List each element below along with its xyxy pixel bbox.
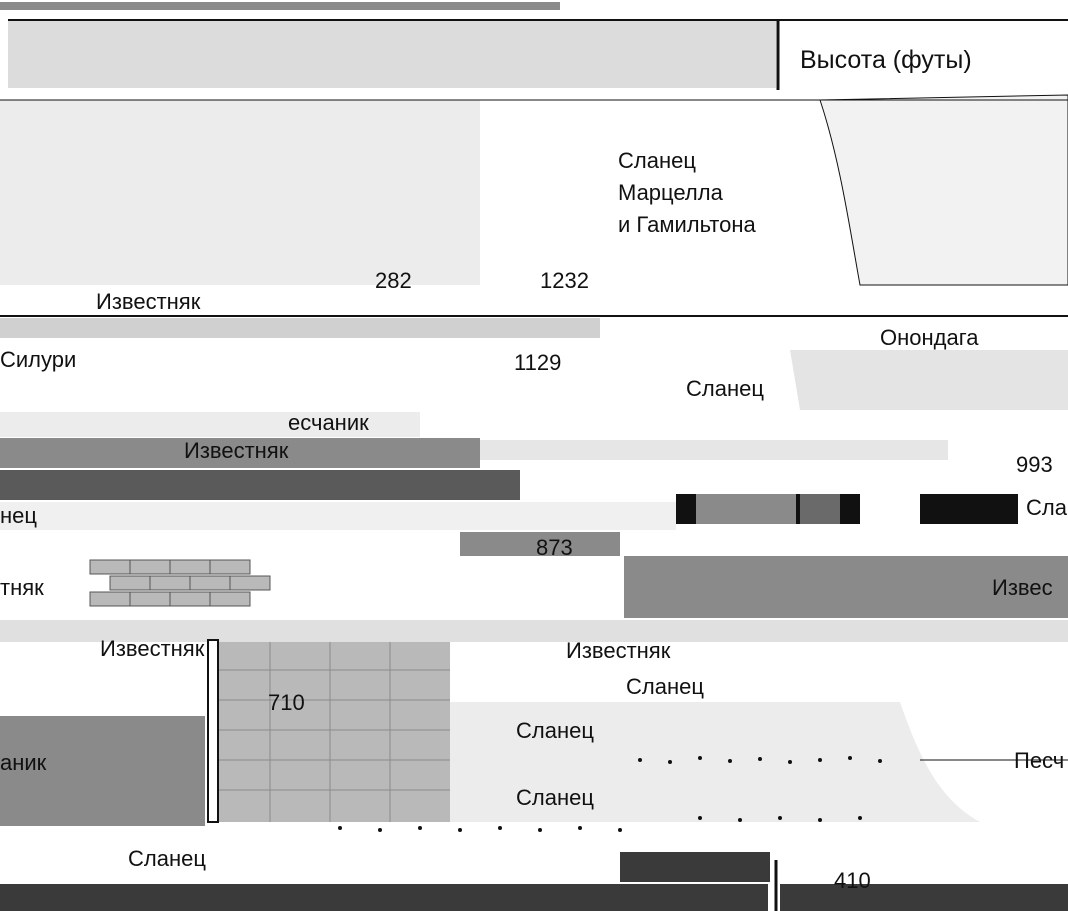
label-sandstone-left: аник — [0, 750, 47, 775]
label-limestone-low: Известняк — [100, 636, 205, 661]
label-shale-left: нец — [0, 503, 37, 528]
label-limestone-low2: Известняк — [566, 638, 671, 663]
cross-section-drawing — [0, 2, 1068, 911]
elevation-410: 410 — [834, 868, 871, 893]
label-shale-bottom: Сланец — [128, 846, 206, 871]
geologic-cross-section: Высота (футы) 1232 282 1129 993 873 710 … — [0, 0, 1068, 911]
column-title: Высота (футы) — [800, 46, 972, 74]
brick-pattern — [89, 559, 271, 607]
label-marcellus-line1: Сланец — [618, 148, 696, 173]
elevation-1129: 1129 — [514, 350, 562, 375]
label-sandstone-right: Песч — [1014, 748, 1065, 773]
label-limestone-right: Извес — [992, 575, 1053, 600]
silurian-band — [0, 340, 560, 370]
label-shale-low1: Сланец — [626, 674, 704, 699]
label-limestone-left: тняк — [0, 575, 44, 600]
elevation-282: 282 — [375, 268, 412, 293]
label-shale-right: Сла — [1026, 495, 1067, 520]
label-shale-mid: Сланец — [686, 376, 764, 401]
elevation-1232: 1232 — [540, 268, 589, 293]
label-marcellus-line3: и Гамильтона — [618, 212, 756, 237]
upper-shale-block — [480, 95, 610, 285]
elevation-993: 993 — [1016, 452, 1053, 477]
header-bar — [8, 20, 776, 88]
elevation-710: 710 — [268, 690, 305, 715]
label-shale-low2: Сланец — [516, 718, 594, 743]
label-onondaga: Онондага — [880, 325, 979, 350]
bottom-band-dark — [620, 852, 770, 882]
label-silurian: Силури — [0, 347, 77, 372]
label-limestone-mid: Известняк — [184, 438, 289, 463]
label-shale-low3: Сланец — [516, 785, 594, 810]
label-sandstone-mid: есчаник — [288, 410, 369, 435]
label-limestone-top: Известняк — [96, 289, 201, 314]
label-marcellus-line2: Марцелла — [618, 180, 723, 205]
elevation-873: 873 — [536, 535, 573, 560]
